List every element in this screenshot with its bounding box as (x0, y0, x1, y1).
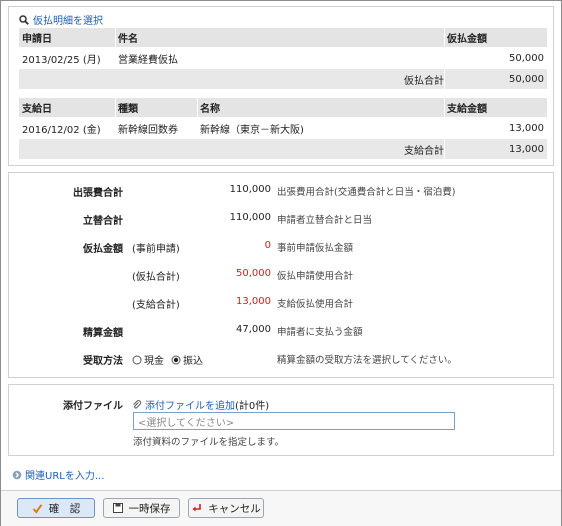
payment-type: 新幹線回数券 (118, 124, 178, 136)
col-advance-amount: 仮払金額 (447, 34, 487, 45)
advance-total-row: 仮払合計 50,000 (19, 69, 547, 89)
search-icon (19, 14, 29, 25)
receipt-desc: 精算金額の受取方法を選択してください。 (277, 355, 457, 366)
add-attachment-label: 添付ファイルを追加 (145, 401, 235, 412)
payment-total-label: 支給合計 (404, 145, 444, 157)
payment-table-header: 支給日 種類 名称 支給金額 (19, 98, 547, 117)
summary-panel: 出張費合計 110,000 出張費用合計(交通費合計と日当・宿泊費) 立替合計 … (8, 172, 554, 378)
col-apply-date: 申請日 (22, 34, 52, 45)
settlement-form: 仮払明細を選択 申請日 件名 仮払金額 2013/02/25 (月) 営業経費仮… (0, 0, 562, 526)
related-url-label: 関連URLを入力... (25, 471, 105, 482)
save-draft-label: 一時保存 (128, 502, 171, 515)
prepaid-label: 仮払金額 (83, 244, 123, 255)
prepaid-pre-desc: 事前申請仮払金額 (277, 243, 354, 254)
confirm-label: 確 認 (48, 502, 81, 515)
settlement-desc: 申請者に支払う金額 (277, 327, 363, 338)
advance-date: 2013/02/25 (月) (22, 54, 101, 66)
payment-total-value: 13,000 (509, 143, 544, 155)
checkmark-icon (32, 503, 43, 514)
receipt-transfer-radio[interactable]: 振込 (171, 352, 203, 367)
attachment-panel: 添付ファイル 添付ファイルを追加 (計0件) <選択してください> 添付資料のフ… (8, 384, 554, 456)
advance-total-sum-label: 立替合計 (83, 216, 123, 227)
payment-date: 2016/12/02 (金) (22, 124, 101, 136)
advance-amount: 50,000 (509, 52, 544, 64)
advance-table-header: 申請日 件名 仮払金額 (19, 28, 547, 47)
col-name: 名称 (200, 104, 220, 115)
prepaid-pre-label: (事前申請) (132, 244, 180, 255)
attachment-select-field[interactable]: <選択してください> (133, 412, 455, 430)
prepaid-pay-label: (支給合計) (132, 300, 180, 311)
radio-unchecked-icon (132, 355, 142, 364)
cancel-button[interactable]: キャンセル (188, 498, 264, 518)
payment-row: 2016/12/02 (金) 新幹線回数券 新幹線（東京－新大阪) 13,000 (19, 118, 547, 138)
save-draft-button[interactable]: 一時保存 (103, 498, 180, 518)
trip-total-desc: 出張費用合計(交通費合計と日当・宿泊費) (277, 187, 456, 198)
trip-total-label: 出張費合計 (73, 188, 123, 199)
prepaid-adv-label: (仮払合計) (132, 272, 180, 283)
chevron-right-circle-icon (12, 470, 22, 479)
advance-total-sum-desc: 申請者立替合計と日当 (277, 215, 373, 226)
advance-row: 2013/02/25 (月) 営業経費仮払 50,000 (19, 48, 547, 68)
trip-total-value: 110,000 (229, 184, 271, 195)
advance-total-label: 仮払合計 (404, 75, 444, 87)
prepaid-pay-value: 13,000 (236, 296, 271, 307)
prepaid-adv-value: 50,000 (236, 268, 271, 279)
col-payment-amount: 支給金額 (447, 104, 487, 115)
prepaid-pay-desc: 支給仮払使用合計 (277, 299, 354, 310)
col-payment-date: 支給日 (22, 104, 52, 115)
attachment-hint: 添付資料のファイルを指定します。 (133, 437, 285, 448)
radio-checked-icon (171, 355, 181, 364)
advance-total-value: 50,000 (509, 73, 544, 85)
prepaid-adv-desc: 仮払申請使用合計 (277, 271, 354, 282)
col-subject: 件名 (118, 34, 138, 45)
settlement-value: 47,000 (236, 324, 271, 335)
related-url-link[interactable]: 関連URLを入力... (12, 467, 104, 482)
payment-name: 新幹線（東京－新大阪) (200, 124, 304, 136)
select-advance-label: 仮払明細を選択 (33, 16, 103, 27)
advance-total-sum-value: 110,000 (229, 212, 271, 223)
cancel-label: キャンセル (208, 502, 261, 515)
receipt-transfer-label: 振込 (183, 356, 203, 367)
receipt-label: 受取方法 (83, 356, 123, 367)
receipt-cash-radio[interactable]: 現金 (132, 352, 164, 367)
payment-total-row: 支給合計 13,000 (19, 139, 547, 159)
add-attachment-link[interactable]: 添付ファイルを追加 (計0件) (132, 397, 269, 412)
select-advance-link[interactable]: 仮払明細を選択 (19, 12, 103, 27)
prepaid-pre-value: 0 (264, 240, 271, 251)
return-arrow-icon (192, 504, 202, 512)
attachment-placeholder: <選択してください> (138, 417, 235, 429)
settlement-label: 精算金額 (83, 328, 123, 339)
paperclip-icon (133, 399, 142, 409)
receipt-cash-label: 現金 (144, 356, 164, 367)
advance-panel: 仮払明細を選択 申請日 件名 仮払金額 2013/02/25 (月) 営業経費仮… (8, 6, 554, 166)
confirm-button[interactable]: 確 認 (17, 498, 95, 518)
attachment-label: 添付ファイル (63, 401, 123, 412)
advance-subject: 営業経費仮払 (118, 54, 178, 66)
col-type: 種類 (118, 104, 138, 115)
save-icon (112, 503, 123, 513)
button-bar: 確 認 一時保存 キャンセル (1, 490, 561, 526)
attachment-count: (計0件) (235, 401, 270, 412)
payment-amount: 13,000 (509, 122, 544, 134)
